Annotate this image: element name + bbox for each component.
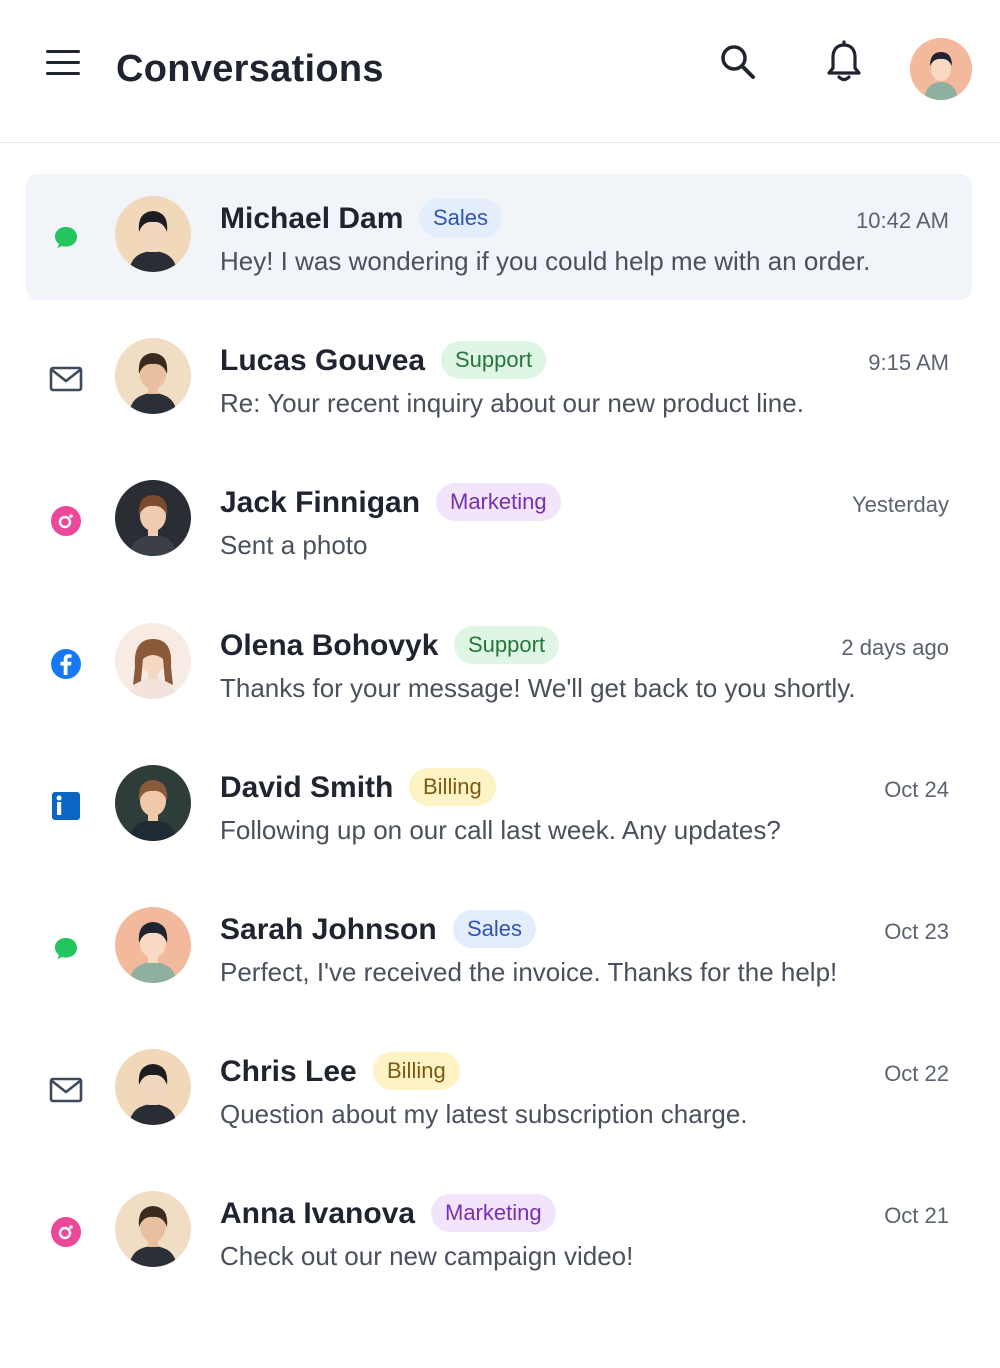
contact-name: Lucas Gouvea — [220, 344, 426, 378]
contact-name: Olena Bohovyk — [220, 628, 439, 662]
instagram-icon — [48, 503, 84, 539]
category-tag: Billing — [373, 1052, 460, 1091]
instagram-icon — [48, 1214, 84, 1250]
conversation-row[interactable]: Sarah Johnson Sales Oct 23 Perfect, I've… — [26, 885, 972, 1011]
avatar — [115, 338, 191, 415]
message-time: 10:42 AM — [856, 208, 949, 233]
app-header: Conversations — [0, 0, 1000, 143]
conversation-row[interactable]: Jack Finnigan Marketing Yesterday Sent a… — [26, 458, 972, 584]
message-preview: Check out our new campaign video! — [220, 1241, 634, 1272]
contact-name: David Smith — [220, 770, 394, 804]
category-tag: Sales — [453, 910, 537, 948]
message-preview: Sent a photo — [220, 530, 368, 561]
bell-icon — [827, 40, 861, 82]
menu-icon — [46, 50, 80, 53]
facebook-icon — [48, 646, 84, 682]
contact-name: Jack Finnigan — [220, 486, 421, 520]
avatar — [115, 1191, 191, 1268]
message-time: 9:15 AM — [868, 350, 949, 376]
message-preview: Question about my latest subscription ch… — [220, 1099, 748, 1130]
message-time: 2 days ago — [841, 634, 949, 660]
message-time: Yesterday — [851, 492, 949, 518]
conversation-row[interactable]: David Smith Billing Oct 24 Following up … — [26, 743, 972, 869]
message-preview: Re: Your recent inquiry about our new pr… — [220, 388, 804, 419]
message-time: Oct 22 — [884, 1061, 949, 1087]
avatar — [115, 1049, 191, 1126]
conversation-row[interactable]: Michael Dam Sales 10:42 AM Hey! I was wo… — [26, 174, 972, 300]
avatar-illustration — [910, 38, 972, 100]
message-time: Oct 24 — [884, 776, 949, 802]
user-avatar[interactable] — [910, 38, 972, 100]
contact-name: Anna Ivanova — [220, 1197, 416, 1231]
page-title: Conversations — [116, 48, 384, 90]
avatar — [115, 907, 191, 983]
whatsapp-icon — [48, 930, 84, 966]
message-preview: Hey! I was wondering if you could help m… — [220, 246, 871, 276]
avatar — [115, 196, 191, 272]
conversation-row[interactable]: Lucas Gouvea Support 9:15 AM Re: Your re… — [26, 316, 972, 442]
category-tag: Support — [454, 625, 560, 664]
search-button[interactable] — [716, 38, 760, 86]
category-tag: Billing — [409, 767, 496, 806]
avatar — [115, 480, 191, 557]
message-preview: Perfect, I've received the invoice. Than… — [220, 957, 838, 987]
category-tag: Sales — [419, 199, 503, 237]
search-icon — [721, 45, 755, 79]
conversation-row[interactable]: Olena Bohovyk Support 2 days ago Thanks … — [26, 601, 972, 727]
conversation-row[interactable]: Chris Lee Billing Oct 22 Question about … — [26, 1027, 972, 1153]
menu-icon-bar — [46, 61, 80, 64]
contact-name: Chris Lee — [220, 1055, 357, 1089]
category-tag: Support — [441, 341, 547, 380]
menu-icon-bar — [46, 72, 80, 75]
message-time: Oct 23 — [884, 919, 949, 944]
whatsapp-icon — [48, 219, 84, 255]
avatar — [115, 622, 191, 699]
contact-name: Michael Dam — [220, 202, 404, 235]
contact-name: Sarah Johnson — [220, 913, 437, 946]
category-tag: Marketing — [436, 483, 561, 522]
message-time: Oct 21 — [884, 1203, 949, 1229]
conversation-row[interactable]: Anna Ivanova Marketing Oct 21 Check out … — [26, 1169, 972, 1295]
avatar — [115, 764, 191, 841]
menu-button[interactable] — [40, 44, 86, 84]
mail-icon — [48, 361, 84, 397]
message-preview: Thanks for your message! We'll get back … — [220, 672, 856, 703]
mail-icon — [48, 1072, 84, 1108]
message-preview: Following up on our call last week. Any … — [220, 814, 781, 845]
notifications-button[interactable] — [822, 38, 866, 86]
category-tag: Marketing — [431, 1194, 556, 1233]
linkedin-icon — [48, 788, 84, 824]
